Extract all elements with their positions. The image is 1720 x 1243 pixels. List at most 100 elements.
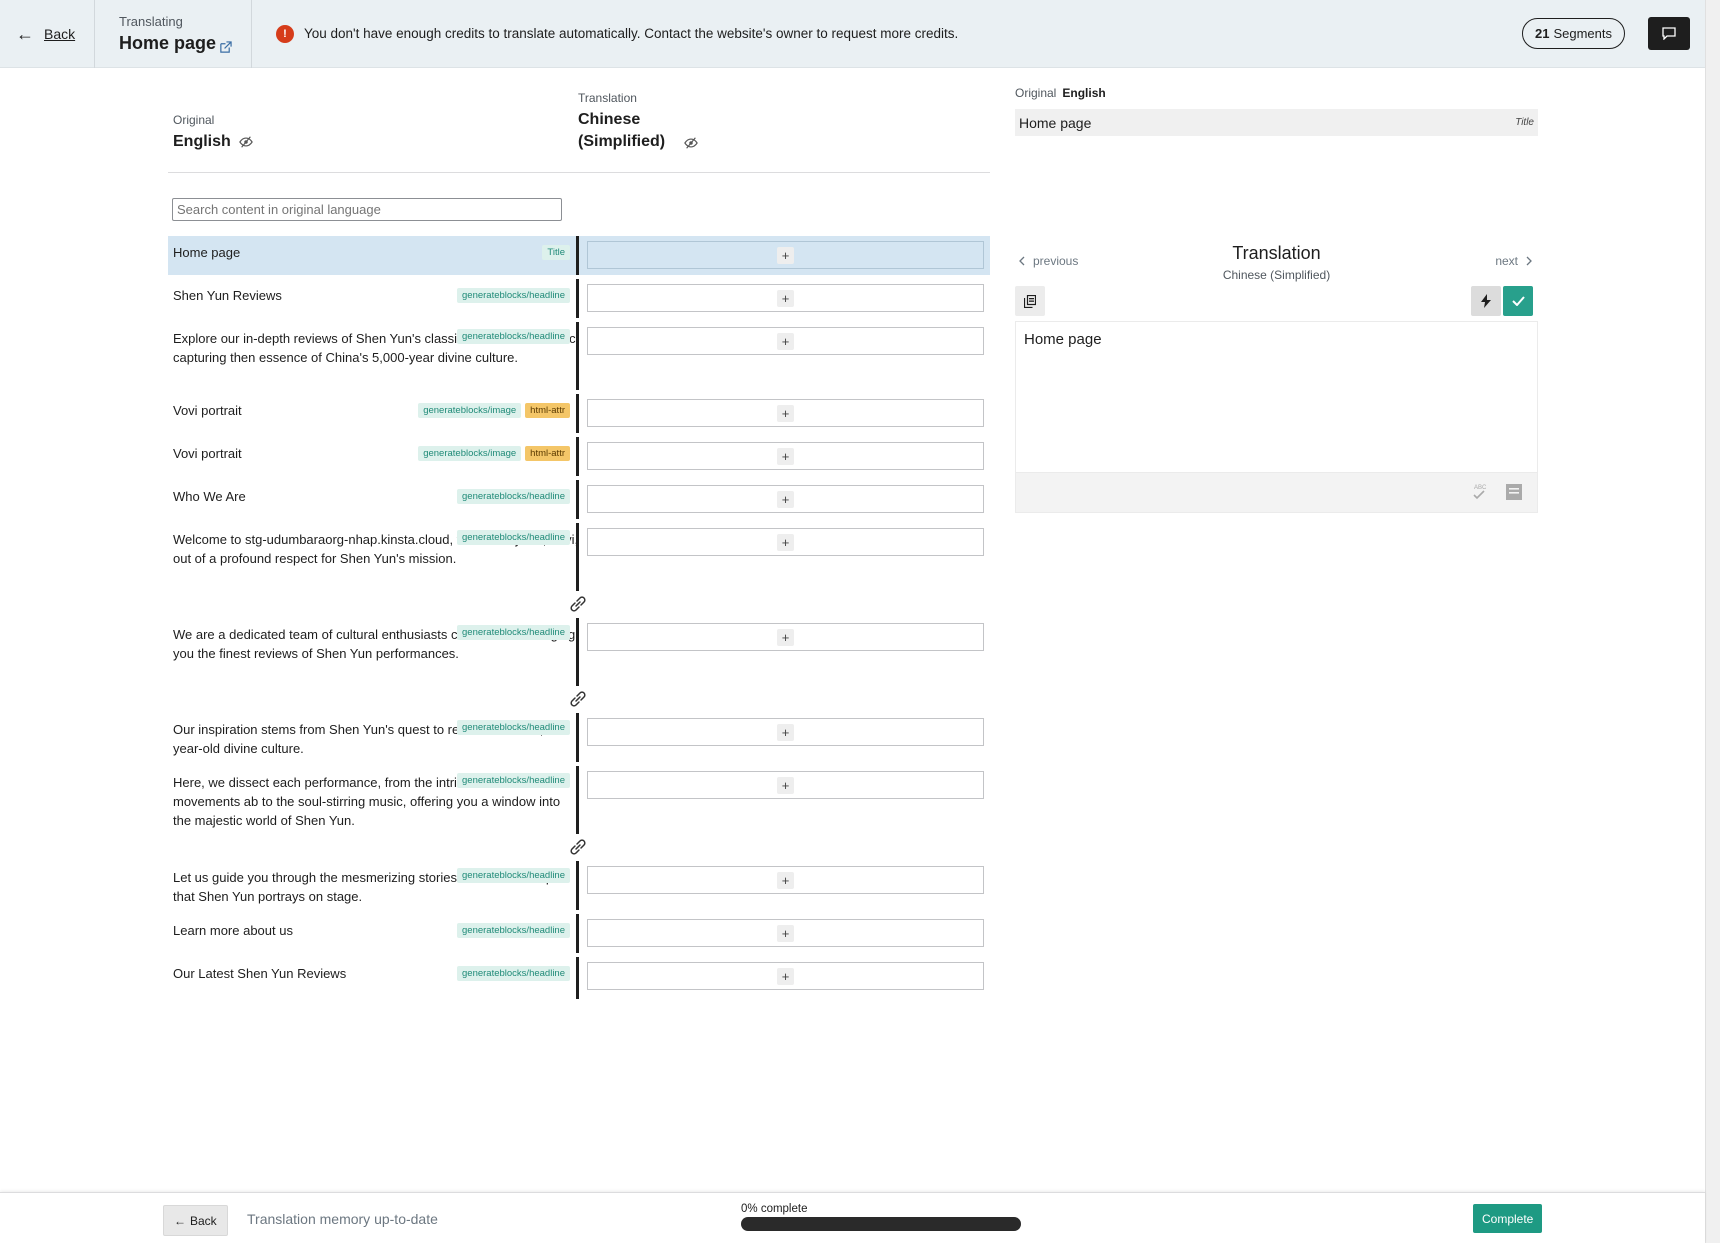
rp-original-type: Title [1515, 117, 1534, 128]
link-icon[interactable] [567, 593, 589, 615]
notice-text: You don't have enough credits to transla… [304, 26, 959, 41]
translating-label: Translating [119, 13, 183, 29]
segment-row[interactable]: Home page Title + [168, 236, 990, 275]
segment-tag: generateblocks/headline [457, 773, 570, 788]
segment-translation-input[interactable]: + [587, 623, 984, 651]
segment-translation-input[interactable]: + [587, 399, 984, 427]
segment-translation-input[interactable]: + [587, 241, 984, 269]
plus-icon[interactable]: + [777, 776, 794, 794]
editor-text[interactable]: Home page [1024, 331, 1102, 348]
plus-icon[interactable]: + [777, 871, 794, 889]
editor-toolbar [1015, 285, 1538, 321]
spellcheck-icon[interactable]: ABC [1471, 482, 1489, 502]
segment-row[interactable]: Shen Yun Reviews generateblocks/headline… [168, 279, 990, 318]
plus-icon[interactable]: + [777, 289, 794, 307]
segment-row[interactable]: Here, we dissect each performance, from … [168, 766, 990, 834]
eye-off-icon[interactable] [684, 136, 698, 150]
plus-icon[interactable]: + [777, 628, 794, 646]
link-icon[interactable] [567, 836, 589, 858]
scrollbar[interactable] [1705, 0, 1720, 1243]
error-icon: ! [276, 24, 294, 43]
segment-tag: html-attr [525, 403, 570, 418]
segment-translation-input[interactable]: + [587, 442, 984, 470]
segment-translation-input[interactable]: + [587, 327, 984, 355]
segment-row[interactable]: Explore our in-depth reviews of Shen Yun… [168, 322, 990, 390]
svg-text:ABC: ABC [1474, 485, 1487, 491]
segment-translation-input[interactable]: + [587, 919, 984, 947]
translation-memory-status: Translation memory up-to-date [247, 1211, 438, 1227]
segment-tag: html-attr [525, 446, 570, 461]
rp-original-text: Home page [1019, 114, 1092, 131]
segment-row[interactable]: Welcome to stg-udumbaraorg-nhap.kinsta.c… [168, 523, 990, 591]
segment-row[interactable]: Learn more about us generateblocks/headl… [168, 914, 990, 953]
segment-tag: generateblocks/headline [457, 923, 570, 938]
arrow-left-icon: ← [16, 23, 34, 44]
editor-footer: ABC [1015, 473, 1538, 513]
translation-language: Chinese (Simplified) [1222, 268, 1331, 282]
original-label: Original [173, 113, 215, 127]
header-back-link[interactable]: ← Back [0, 0, 95, 68]
header-back-label[interactable]: Back [44, 26, 75, 42]
segment-tag: generateblocks/headline [457, 966, 570, 981]
segment-tag: generateblocks/headline [457, 720, 570, 735]
segment-translation-input[interactable]: + [587, 485, 984, 513]
segment-tag: generateblocks/headline [457, 288, 570, 303]
segment-translation-input[interactable]: + [587, 866, 984, 894]
plus-icon[interactable]: + [777, 246, 794, 264]
segments-label: Segments [1553, 26, 1612, 41]
plus-icon[interactable]: + [777, 967, 794, 985]
eye-off-icon[interactable] [238, 135, 253, 149]
segment-row[interactable]: Vovi portrait generateblocks/image html-a… [168, 437, 990, 476]
copy-original-button[interactable] [1015, 286, 1045, 316]
segment-row[interactable]: Our Latest Shen Yun Reviews generatebloc… [168, 957, 990, 999]
original-lang: English [173, 133, 231, 150]
plus-icon[interactable]: + [777, 490, 794, 508]
next-button[interactable]: next [1495, 254, 1532, 268]
search-input[interactable] [172, 198, 562, 221]
save-translation-button[interactable] [1503, 286, 1533, 316]
segments-count: 21 [1534, 26, 1550, 41]
footer-back-button[interactable]: ← Back [163, 1205, 228, 1236]
segment-translation-input[interactable]: + [587, 528, 984, 556]
plus-icon[interactable]: + [777, 924, 794, 942]
header-divider [168, 172, 990, 173]
translation-editor[interactable]: Home page [1015, 321, 1538, 473]
segment-tag: generateblocks/headline [457, 868, 570, 883]
lightning-icon [1481, 294, 1491, 308]
glossary-icon[interactable] [1505, 482, 1523, 502]
plus-icon[interactable]: + [777, 533, 794, 551]
segment-tag: generateblocks/headline [457, 489, 570, 504]
plus-icon[interactable]: + [777, 447, 794, 465]
comment-button[interactable] [1648, 17, 1690, 50]
complete-button[interactable]: Complete [1473, 1204, 1543, 1233]
machine-translate-button[interactable] [1471, 286, 1501, 316]
plus-icon[interactable]: + [777, 404, 794, 422]
segment-translation-input[interactable]: + [587, 284, 984, 312]
top-header: ← Back Translating Home page ! You don't… [0, 0, 1705, 68]
footer-back-label: Back [190, 1213, 217, 1228]
segment-text: Vovi portrait [173, 446, 242, 461]
next-label: next [1495, 254, 1518, 268]
segment-row[interactable]: Who We Are generateblocks/headline + [168, 480, 990, 519]
segment-row[interactable]: We are a dedicated team of cultural enth… [168, 618, 990, 686]
translation-title: Translation [1232, 243, 1321, 263]
segment-translation-input[interactable]: + [587, 718, 984, 746]
plus-icon[interactable]: + [777, 723, 794, 741]
plus-icon[interactable]: + [777, 332, 794, 350]
segment-row[interactable]: Vovi portrait generateblocks/image html-a… [168, 394, 990, 433]
segment-tag: generateblocks/image [418, 403, 522, 418]
arrow-left-icon: ← [174, 1213, 186, 1228]
segment-translation-input[interactable]: + [587, 771, 984, 799]
right-panel-original-header: Original English [1015, 86, 1106, 100]
segment-tag: Title [542, 245, 570, 260]
segment-tag: generateblocks/image [418, 446, 522, 461]
segment-translation-input[interactable]: + [587, 962, 984, 990]
original-column-header: Original English [173, 113, 253, 153]
segment-row[interactable]: Let us guide you through the mesmerizing… [168, 861, 990, 910]
external-link-icon[interactable] [219, 40, 232, 54]
link-icon[interactable] [567, 688, 589, 710]
rp-original-lang: English [1062, 86, 1106, 100]
segments-pill[interactable]: 21 Segments [1521, 18, 1625, 49]
progress-block: 0% complete [741, 1203, 1021, 1231]
segment-row[interactable]: Our inspiration stems from Shen Yun's qu… [168, 713, 990, 762]
